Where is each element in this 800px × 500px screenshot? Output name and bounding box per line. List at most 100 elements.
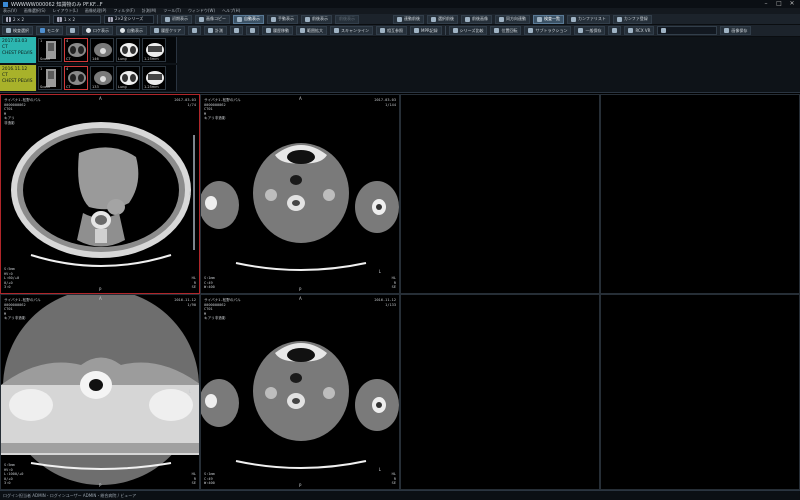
series-thumbnail[interactable]: Lung bbox=[116, 66, 140, 90]
status-text: ログイン担当者 ADMIN・ログインユーザー ADMIN・総合病院 / ビューア bbox=[3, 492, 137, 498]
viewport-2[interactable]: サイバナ1-松野のパル 0000000062 CT01 M キアリ非造影 201… bbox=[200, 94, 400, 294]
same-direction-link-button[interactable]: 同方向連動 bbox=[495, 14, 530, 24]
viewport-empty-1[interactable] bbox=[400, 94, 600, 294]
conference-register-button[interactable]: カンファ登録 bbox=[612, 14, 652, 24]
prev-next-display-button-2[interactable]: 前後表示 bbox=[335, 14, 359, 24]
divider bbox=[157, 14, 158, 24]
orientation-marker-right: L bbox=[188, 389, 191, 394]
window-level-overlay: S:1mm C:49 W:400 bbox=[204, 472, 215, 486]
history-clear-button[interactable]: 履歴クリア bbox=[150, 26, 185, 35]
disk-icon bbox=[724, 28, 730, 33]
zoom-range-button[interactable]: 範囲拡大 bbox=[296, 26, 327, 35]
arrow-tool-button[interactable] bbox=[188, 26, 201, 35]
viewport-empty-3[interactable] bbox=[400, 294, 600, 490]
measure-button[interactable]: 計測 bbox=[204, 26, 227, 35]
auto-display-toggle[interactable]: 自動表示 bbox=[116, 26, 147, 35]
line-tool-button[interactable] bbox=[230, 26, 243, 35]
series-thumbnail[interactable]: 4 CT bbox=[64, 38, 88, 62]
exam-list-button[interactable]: 検査一覧 bbox=[533, 14, 564, 24]
chevron-down-icon bbox=[612, 28, 618, 33]
auto-display-button[interactable]: 自動表示 bbox=[233, 14, 264, 24]
series-thumbnail[interactable]: 133 bbox=[90, 66, 114, 90]
manual-display-button[interactable]: 手動表示 bbox=[267, 14, 298, 24]
viewport-4[interactable]: サイバナ1-松野のパル 0000000062 CT01 M キアリ非造影 201… bbox=[200, 294, 400, 490]
locator-display-button[interactable]: ロケ表示 bbox=[82, 26, 113, 35]
orientation-marker-right: L bbox=[188, 191, 191, 196]
title-bar: WWWWW000062 知識物のみ PF.KF...F – □ ✕ bbox=[0, 0, 800, 8]
subtraction-button[interactable]: サブトラクション bbox=[524, 26, 572, 35]
grid-icon bbox=[6, 16, 11, 22]
dropdown-button[interactable] bbox=[608, 26, 622, 35]
viewport-empty-4[interactable] bbox=[600, 294, 800, 490]
series-thumbnail[interactable]: 1 Scout bbox=[38, 38, 62, 62]
rcx-vr-button[interactable]: RCX VR bbox=[624, 26, 655, 35]
direction-icon bbox=[499, 16, 504, 22]
move-icon bbox=[266, 28, 271, 33]
copy-icon bbox=[199, 16, 204, 22]
series-thumbnail[interactable]: 1 Scout bbox=[38, 66, 62, 90]
pan-icon bbox=[250, 28, 255, 33]
ct-image-neck bbox=[201, 143, 399, 271]
maximize-button[interactable]: □ bbox=[773, 0, 785, 8]
minimize-button[interactable]: – bbox=[760, 0, 772, 8]
exam-select-button[interactable]: 検査選択 bbox=[2, 26, 33, 35]
conference-list-button[interactable]: カンファリスト bbox=[567, 14, 610, 24]
select-icon bbox=[431, 16, 436, 22]
pan-tool-button[interactable] bbox=[246, 26, 259, 35]
mpr-record-button[interactable]: MPR記録 bbox=[410, 26, 442, 35]
series-layout-select[interactable]: 1 × 2 bbox=[53, 14, 101, 24]
position-rotate-button[interactable]: 位置回転 bbox=[490, 26, 522, 35]
monitor-button[interactable]: モニタ bbox=[36, 26, 63, 35]
toolbar-row-1: 2 × 2 1 × 2 2×2全シリーズ 初期表示 画像コピー 自動表示 手動表… bbox=[0, 14, 800, 25]
close-button[interactable]: ✕ bbox=[786, 0, 798, 8]
orientation-overlay: HL R SE bbox=[391, 276, 396, 290]
divider bbox=[444, 26, 446, 35]
image-copy-button[interactable]: 画像コピー bbox=[195, 14, 230, 24]
series-thumbnail[interactable]: 1.25mm bbox=[142, 38, 166, 62]
viewport-3[interactable]: サイバナ1-松野のパル 0000000062 CT01 M キアリ非造影 201… bbox=[0, 294, 200, 490]
ct-image-neck-prior bbox=[201, 341, 399, 469]
orientation-marker-right: L bbox=[378, 467, 381, 472]
viewport-empty-2[interactable] bbox=[600, 94, 800, 294]
window-level-overlay: S:5mm HV:0 L:60/+0 0/+0 3:0 bbox=[4, 267, 20, 290]
patient-info-overlay: サイバナ1-松野のパル 0000000062 CT01 M キアリ非造影 bbox=[4, 298, 41, 321]
prev-next-image-button[interactable]: 前後画像 bbox=[461, 14, 492, 24]
image-save-button[interactable]: 画像保存 bbox=[720, 26, 752, 35]
series-thumbnail[interactable]: Lung bbox=[116, 38, 140, 62]
study-entry-2[interactable]: 2016.11.12 CT CHEST PELVIS bbox=[0, 65, 36, 91]
cross-reference-button[interactable]: 相互参照 bbox=[376, 26, 407, 35]
toolbar-row-2: 検査選択 モニタ ロケ表示 自動表示 履歴クリア 計測 履歴移動 範囲拡大 スキ… bbox=[0, 25, 800, 37]
study-entry-1[interactable]: 2017.03.03 CT CHEST PELVIS bbox=[0, 37, 36, 63]
clear-icon bbox=[154, 28, 159, 33]
orientation-marker-bottom: P bbox=[99, 483, 102, 488]
orientation-marker-bottom: P bbox=[299, 483, 302, 488]
prev-next-display-button[interactable]: 前後表示 bbox=[301, 14, 332, 24]
ruler-icon bbox=[208, 28, 213, 33]
layout-select[interactable]: 2 × 2 bbox=[2, 14, 50, 24]
series-compare-button[interactable]: シリーズ比較 bbox=[448, 26, 488, 35]
series-thumbnail[interactable]: 1.25mm bbox=[142, 66, 166, 90]
initial-display-button[interactable]: 初期表示 bbox=[161, 14, 192, 24]
scanline-button[interactable]: スキャンライン bbox=[330, 26, 373, 35]
link-toggle-button[interactable] bbox=[66, 26, 79, 35]
series-mode-select[interactable]: 2×2全シリーズ bbox=[104, 14, 154, 24]
conference-icon bbox=[571, 16, 576, 22]
preset-select[interactable] bbox=[657, 26, 718, 35]
series-thumbnails-2: 1 Scout 4 CT 133 Lung 1.25mm bbox=[37, 65, 177, 91]
status-bar: ログイン担当者 ADMIN・ログインユーザー ADMIN・総合病院 / ビューア bbox=[0, 490, 800, 500]
select-prev-next-button[interactable]: 選択前後 bbox=[427, 14, 458, 24]
rotate-icon bbox=[494, 28, 500, 33]
auto-icon bbox=[237, 16, 242, 22]
slice-scrollbar[interactable] bbox=[193, 135, 195, 250]
history-move-button[interactable]: 履歴移動 bbox=[262, 26, 293, 35]
orientation-marker-bottom: P bbox=[299, 287, 302, 292]
viewport-1[interactable]: サイバナ1-松野のパル 0000000062 CT01 M キアリ 非造影 20… bbox=[0, 94, 200, 294]
linked-prev-next-button[interactable]: 連動前後 bbox=[393, 14, 424, 24]
series-thumbnail[interactable]: 4 CT bbox=[64, 66, 88, 90]
zoom-icon bbox=[300, 28, 305, 33]
orientation-overlay: HL R SE bbox=[191, 472, 196, 486]
general-save-button[interactable]: 一般保存 bbox=[574, 26, 606, 35]
list-icon bbox=[537, 16, 542, 22]
series-thumbnail[interactable]: 146 bbox=[90, 38, 114, 62]
grid-icon bbox=[108, 16, 113, 22]
